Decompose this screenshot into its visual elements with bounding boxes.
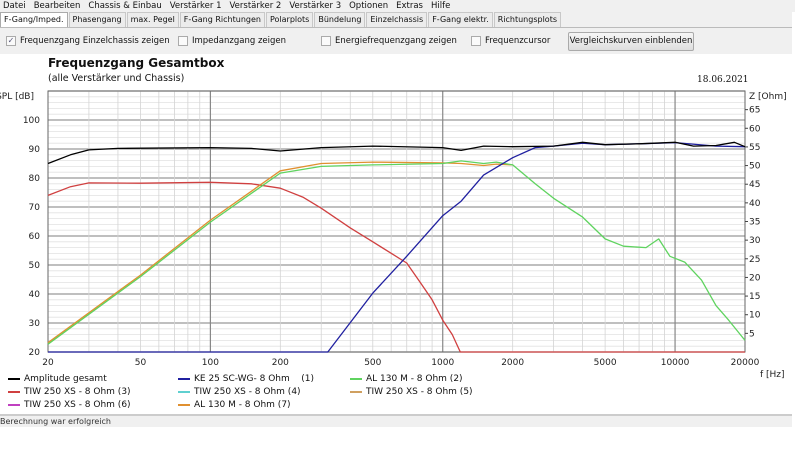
x-axis-label: f [Hz] bbox=[760, 370, 785, 380]
series-line-2 bbox=[47, 160, 746, 345]
legend-label: TIW 250 XS - 8 Ohm (4) bbox=[194, 387, 301, 397]
legend-item: TIW 250 XS - 8 Ohm (4) bbox=[178, 387, 301, 397]
y2-tick-label: 65 bbox=[749, 106, 760, 116]
y2-tick-label: 35 bbox=[749, 218, 760, 228]
legend-label: Amplitude gesamt bbox=[24, 374, 107, 384]
x-tick-label: 200 bbox=[272, 358, 289, 368]
legend-label: AL 130 M - 8 Ohm (7) bbox=[194, 400, 291, 410]
legend-label: TIW 250 XS - 8 Ohm (6) bbox=[24, 400, 131, 410]
legend-label: TIW 250 XS - 8 Ohm (3) bbox=[24, 387, 131, 397]
y2-tick-label: 45 bbox=[749, 180, 760, 190]
legend-item: AL 130 M - 8 Ohm (2) bbox=[350, 374, 463, 384]
legend-swatch bbox=[350, 391, 362, 393]
legend-swatch bbox=[178, 404, 190, 406]
y2-tick-label: 15 bbox=[749, 292, 760, 302]
y-tick-label: 70 bbox=[29, 203, 41, 213]
legend-swatch bbox=[8, 378, 20, 380]
y-tick-label: 80 bbox=[29, 174, 41, 184]
legend-item: AL 130 M - 8 Ohm (7) bbox=[178, 400, 291, 410]
legend-swatch bbox=[178, 378, 190, 380]
y-tick-label: 30 bbox=[29, 319, 41, 329]
x-tick-label: 20 bbox=[42, 358, 54, 368]
x-tick-label: 20000 bbox=[731, 358, 760, 368]
legend-item: Amplitude gesamt bbox=[8, 374, 107, 384]
y-tick-label: 50 bbox=[29, 261, 41, 271]
legend-label: KE 25 SC-WG- 8 Ohm (1) bbox=[194, 374, 314, 384]
y2-tick-label: 30 bbox=[749, 236, 761, 246]
legend-swatch bbox=[8, 404, 20, 406]
legend-item: TIW 250 XS - 8 Ohm (5) bbox=[350, 387, 473, 397]
y2-tick-label: 60 bbox=[749, 124, 761, 134]
y2-tick-label: 50 bbox=[749, 162, 761, 172]
legend-swatch bbox=[8, 391, 20, 393]
x-tick-label: 10000 bbox=[661, 358, 690, 368]
legend-swatch bbox=[350, 378, 362, 380]
y2-tick-label: 25 bbox=[749, 255, 760, 265]
y-axis-label: SPL [dB] bbox=[0, 92, 34, 102]
y-tick-label: 100 bbox=[23, 116, 40, 126]
legend-label: AL 130 M - 8 Ohm (2) bbox=[366, 374, 463, 384]
x-tick-label: 5000 bbox=[594, 358, 617, 368]
y2-tick-label: 5 bbox=[749, 329, 755, 339]
y-tick-label: 90 bbox=[29, 145, 41, 155]
legend-swatch bbox=[178, 391, 190, 393]
x-tick-label: 100 bbox=[202, 358, 219, 368]
x-tick-label: 50 bbox=[135, 358, 147, 368]
plot-frame bbox=[47, 90, 746, 353]
x-tick-label: 500 bbox=[364, 358, 381, 368]
legend-item: TIW 250 XS - 8 Ohm (3) bbox=[8, 387, 131, 397]
legend-item: TIW 250 XS - 8 Ohm (6) bbox=[8, 400, 131, 410]
y2-tick-label: 20 bbox=[749, 273, 761, 283]
y-tick-label: 60 bbox=[29, 232, 41, 242]
y2-tick-label: 55 bbox=[749, 143, 760, 153]
y-tick-label: 20 bbox=[29, 348, 41, 358]
legend-item: KE 25 SC-WG- 8 Ohm (1) bbox=[178, 374, 314, 384]
y2-tick-label: 10 bbox=[749, 311, 761, 321]
y2-tick-label: 40 bbox=[749, 199, 761, 209]
y-tick-label: 40 bbox=[29, 290, 41, 300]
legend-label: TIW 250 XS - 8 Ohm (5) bbox=[366, 387, 473, 397]
y2-axis-label: Z [Ohm] bbox=[749, 92, 787, 102]
x-tick-label: 2000 bbox=[501, 358, 524, 368]
x-tick-label: 1000 bbox=[431, 358, 454, 368]
status-bar: Berechnung war erfolgreich bbox=[0, 414, 792, 427]
